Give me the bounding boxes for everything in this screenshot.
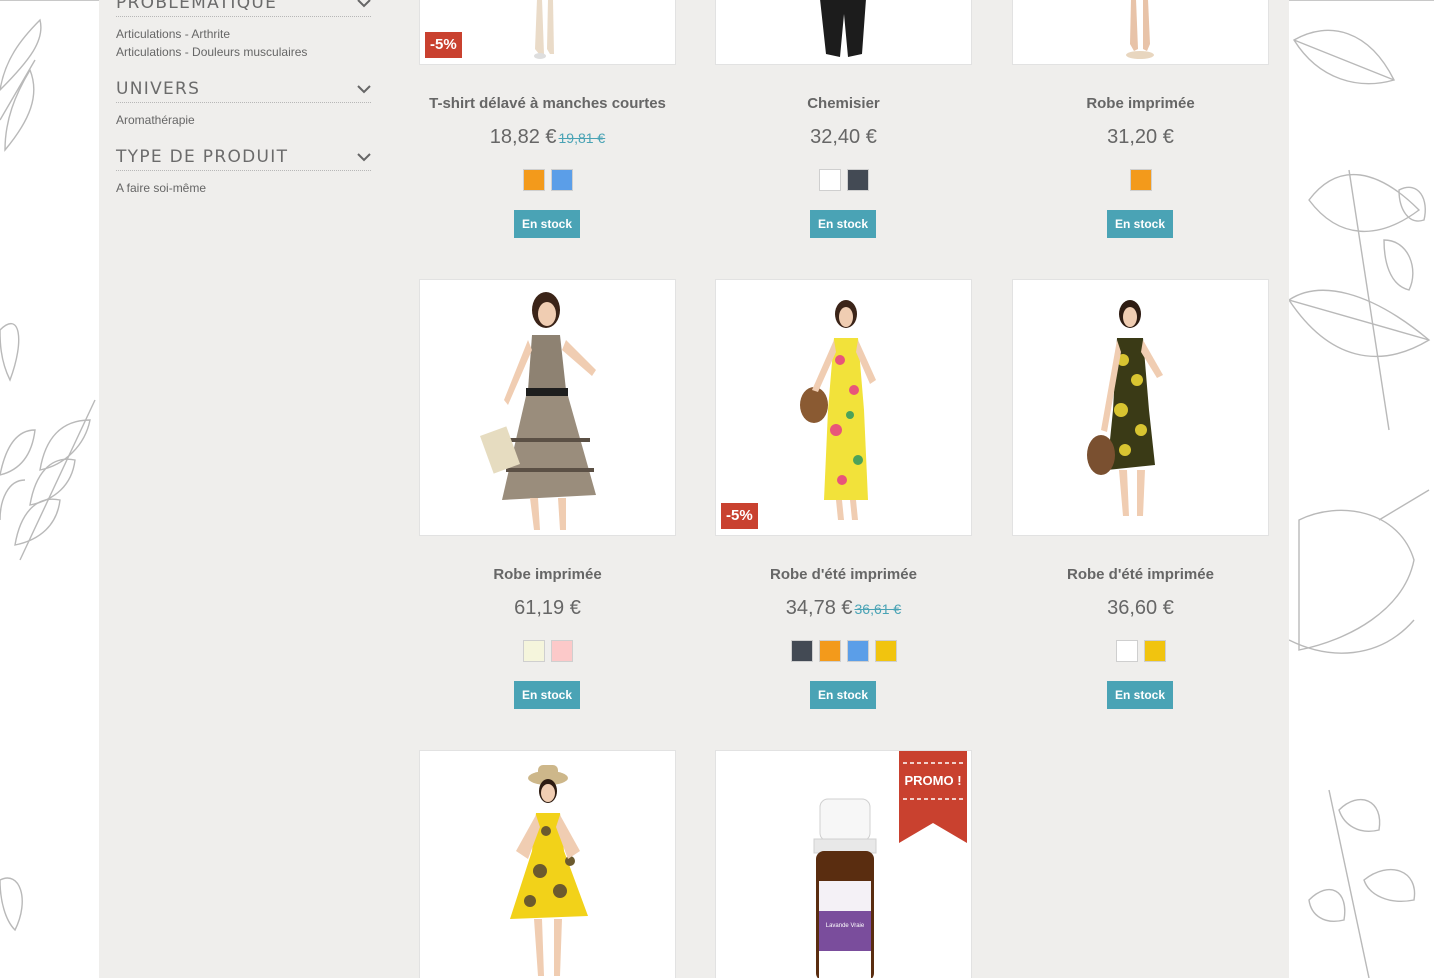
product-price: 61,19 € <box>514 597 581 619</box>
product-price: 18,82 € <box>489 126 557 148</box>
price-row: 36,60 € <box>1012 597 1269 620</box>
product-name[interactable]: T-shirt délavé à manches courtes <box>419 95 676 112</box>
color-swatch-white[interactable] <box>818 169 841 191</box>
color-swatch-orange[interactable] <box>1129 169 1152 191</box>
botanical-decoration-right <box>1289 0 1434 978</box>
product-name[interactable]: Robe d'été imprimée <box>715 566 972 583</box>
product-image[interactable] <box>715 0 972 65</box>
price-row: 61,19 € <box>419 597 676 620</box>
color-swatches <box>419 169 676 191</box>
product-price: 36,60 € <box>1107 597 1174 619</box>
color-swatch-dark[interactable] <box>846 169 869 191</box>
color-swatch-white[interactable] <box>1115 640 1138 662</box>
stock-status: En stock <box>1107 681 1173 709</box>
facet-item-articulations-douleurs[interactable]: Articulations - Douleurs musculaires <box>116 43 371 61</box>
price-row: 31,20 € <box>1012 126 1269 149</box>
color-swatch-blue[interactable] <box>550 169 573 191</box>
facet-title: UNIVERS <box>116 79 201 99</box>
stock-status: En stock <box>514 681 580 709</box>
product-price: 34,78 € <box>785 597 853 619</box>
promo-label: PROMO ! <box>904 773 961 788</box>
color-swatches <box>715 640 972 662</box>
product-image[interactable] <box>1012 0 1269 65</box>
facet-header[interactable]: UNIVERS <box>116 78 371 103</box>
product-image[interactable] <box>419 279 676 536</box>
facet-header[interactable]: TYPE DE PRODUIT <box>116 146 371 171</box>
facet-univers: UNIVERS Aromathérapie <box>116 78 371 129</box>
color-swatch-yellow[interactable] <box>1143 640 1166 662</box>
promo-ribbon: PROMO ! <box>899 751 967 843</box>
product-price: 31,20 € <box>1107 126 1174 148</box>
product-image[interactable] <box>419 750 676 978</box>
main-content: PROBLÉMATIQUE Articulations - Arthrite A… <box>99 0 1289 978</box>
discount-badge: -5% <box>425 32 462 58</box>
facet-problematique: PROBLÉMATIQUE Articulations - Arthrite A… <box>116 0 371 61</box>
stock-status: En stock <box>514 210 580 238</box>
product-name[interactable]: Robe imprimée <box>419 566 676 583</box>
color-swatch-yellow[interactable] <box>874 640 897 662</box>
price-row: 18,82 €19,81 € <box>419 126 676 149</box>
product-name[interactable]: Robe imprimée <box>1012 95 1269 112</box>
stock-status: En stock <box>1107 210 1173 238</box>
facet-type-produit: TYPE DE PRODUIT A faire soi-même <box>116 146 371 197</box>
facet-title: PROBLÉMATIQUE <box>116 0 278 13</box>
discount-badge: -5% <box>721 503 758 529</box>
color-swatches <box>419 640 676 662</box>
price-row: 34,78 €36,61 € <box>715 597 972 620</box>
color-swatch-blue[interactable] <box>846 640 869 662</box>
color-swatch-orange[interactable] <box>522 169 545 191</box>
chevron-down-icon[interactable] <box>357 152 371 162</box>
color-swatch-pink[interactable] <box>550 640 573 662</box>
product-image[interactable]: -5% <box>419 0 676 65</box>
stock-status: En stock <box>810 210 876 238</box>
product-image[interactable]: -5% <box>715 279 972 536</box>
old-price: 19,81 € <box>558 130 606 146</box>
facet-item-faire-soi-meme[interactable]: A faire soi-même <box>116 179 371 197</box>
color-swatches <box>715 169 972 191</box>
facet-item-articulations-arthrite[interactable]: Articulations - Arthrite <box>116 25 371 43</box>
product-name[interactable]: Chemisier <box>715 95 972 112</box>
color-swatch-orange[interactable] <box>818 640 841 662</box>
chevron-down-icon[interactable] <box>357 84 371 94</box>
product-price: 32,40 € <box>810 126 877 148</box>
facet-title: TYPE DE PRODUIT <box>116 147 289 167</box>
product-image[interactable] <box>1012 279 1269 536</box>
color-swatch-dark[interactable] <box>790 640 813 662</box>
product-name[interactable]: Robe d'été imprimée <box>1012 566 1269 583</box>
facet-item-aromatherapie[interactable]: Aromathérapie <box>116 111 371 129</box>
chevron-down-icon[interactable] <box>357 0 371 8</box>
stock-status: En stock <box>810 681 876 709</box>
facet-header[interactable]: PROBLÉMATIQUE <box>116 0 371 17</box>
color-swatches <box>1012 169 1269 191</box>
color-swatches <box>1012 640 1269 662</box>
product-image[interactable]: Lavande Vraie PROMO ! <box>715 750 972 978</box>
price-row: 32,40 € <box>715 126 972 149</box>
old-price: 36,61 € <box>854 601 902 617</box>
botanical-decoration-left <box>0 0 99 978</box>
bottle-label: Lavande Vraie <box>826 923 865 929</box>
color-swatch-beige[interactable] <box>522 640 545 662</box>
